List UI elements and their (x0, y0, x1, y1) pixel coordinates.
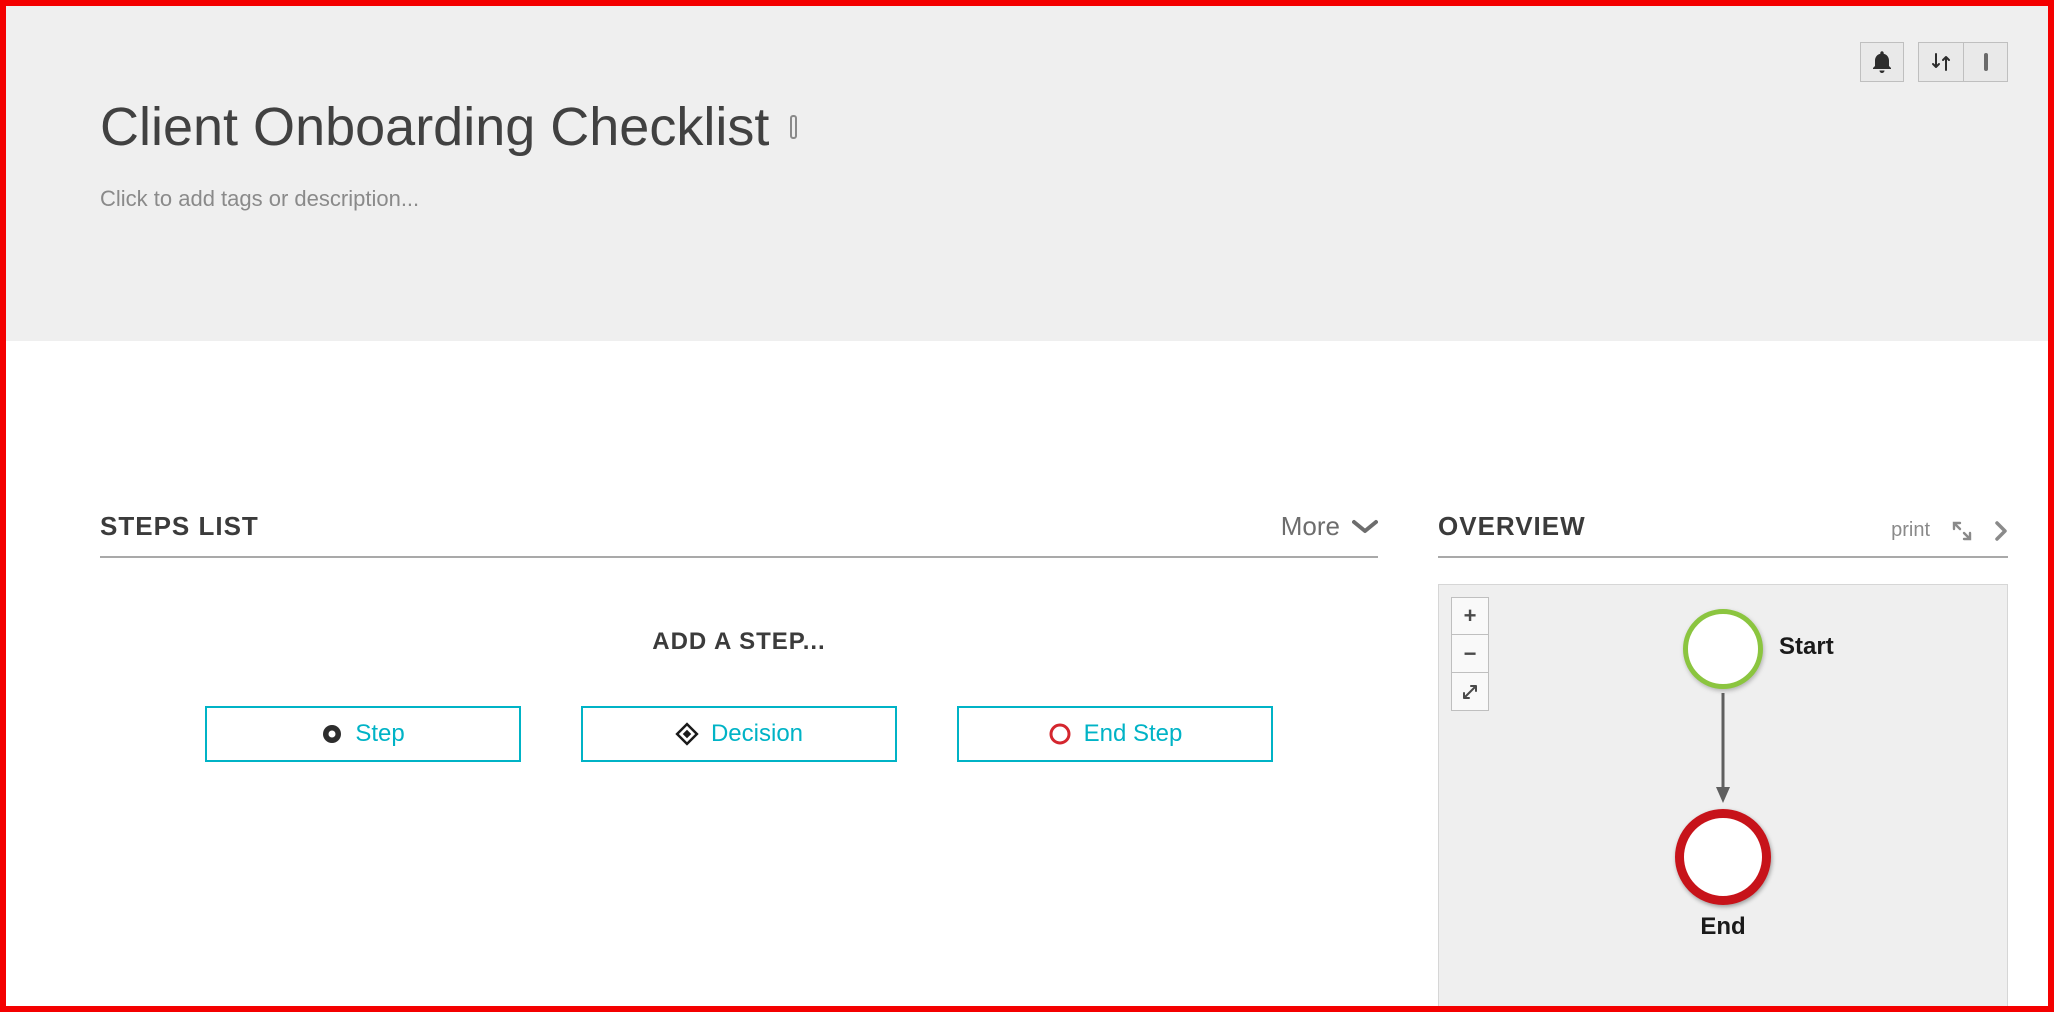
step-circle-icon (321, 723, 343, 745)
end-node-label: End (1700, 913, 1745, 941)
more-link-label: More (1281, 511, 1340, 542)
chevron-right-icon[interactable] (1994, 520, 2008, 542)
tags-description-placeholder[interactable]: Click to add tags or description... (100, 186, 2048, 212)
add-decision-button[interactable]: Decision (581, 706, 897, 762)
overview-header: OVERVIEW print (1438, 511, 2008, 558)
add-step-button[interactable]: Step (205, 706, 521, 762)
add-step-label: ADD A STEP... (100, 628, 1378, 656)
add-decision-label-text: Decision (711, 720, 803, 748)
flow-arrow (1713, 689, 1733, 809)
zoom-controls: + − (1451, 597, 1489, 711)
add-step-label-text: Step (355, 720, 404, 748)
steps-list-header: STEPS LIST More (100, 511, 1378, 558)
flow-diagram: Start End (1675, 609, 1771, 941)
more-button[interactable] (1963, 43, 2007, 81)
steps-list-title: STEPS LIST (100, 511, 259, 542)
content-row: STEPS LIST More ADD A STEP... (6, 341, 2048, 1012)
steps-more-link[interactable]: More (1281, 511, 1378, 542)
page-title: Client Onboarding Checklist (100, 6, 2048, 158)
start-node-label: Start (1779, 633, 1834, 661)
more-icon (1982, 52, 1990, 72)
start-node[interactable] (1683, 609, 1763, 689)
overview-title: OVERVIEW (1438, 511, 1586, 542)
add-end-step-label-text: End Step (1084, 720, 1183, 748)
zoom-out-button[interactable]: − (1451, 635, 1489, 673)
plus-icon: + (1464, 603, 1477, 629)
bell-icon (1872, 51, 1892, 73)
start-node-row: Start (1683, 609, 1763, 689)
header-band: Client Onboarding Checklist Click to add… (6, 6, 2048, 341)
step-buttons-row: Step Decision (100, 706, 1378, 762)
overview-canvas[interactable]: + − S (1438, 584, 2008, 1012)
overview-print-link[interactable]: print (1891, 519, 1930, 542)
title-edit-icon[interactable] (787, 113, 801, 141)
end-node[interactable] (1675, 809, 1771, 905)
end-step-circle-icon (1048, 722, 1072, 746)
decision-diamond-icon (675, 722, 699, 746)
sort-icon (1931, 52, 1951, 72)
minus-icon: − (1464, 641, 1477, 667)
top-button-pair (1918, 42, 2008, 82)
steps-column: STEPS LIST More ADD A STEP... (100, 511, 1378, 1012)
chevron-down-icon (1352, 519, 1378, 535)
zoom-in-button[interactable]: + (1451, 597, 1489, 635)
overview-column: OVERVIEW print (1438, 511, 2008, 1012)
add-end-step-button[interactable]: End Step (957, 706, 1273, 762)
sort-button[interactable] (1919, 43, 1963, 81)
expand-icon[interactable] (1952, 521, 1972, 541)
page-title-text: Client Onboarding Checklist (100, 96, 769, 158)
zoom-fit-button[interactable] (1451, 673, 1489, 711)
fit-icon (1461, 683, 1479, 701)
overview-actions: print (1891, 519, 2008, 542)
top-buttons (1860, 42, 2008, 82)
notifications-button[interactable] (1860, 42, 1904, 82)
